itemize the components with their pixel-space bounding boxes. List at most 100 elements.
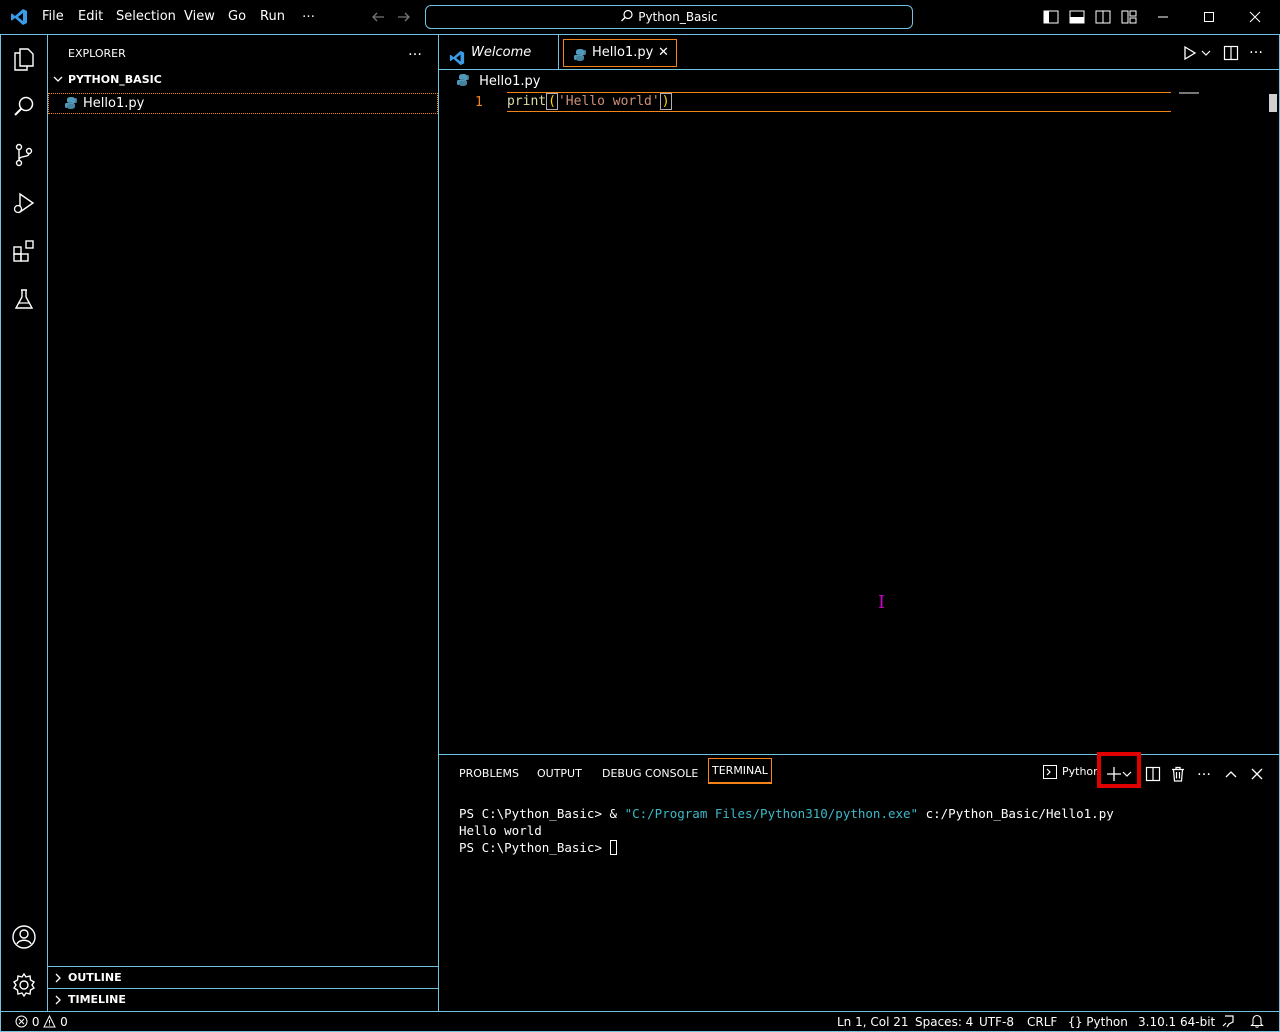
terminal-line: PS C:\Python_Basic> <box>459 839 1114 856</box>
testing-flask-icon[interactable] <box>8 283 40 315</box>
search-text: Python_Basic <box>638 10 718 24</box>
maximize-panel-chevron-up-icon[interactable] <box>1220 763 1242 785</box>
maximize-icon[interactable] <box>1198 6 1220 28</box>
timeline-label: TIMELINE <box>68 993 126 1006</box>
python-file-icon <box>574 46 586 72</box>
menu-selection[interactable]: Selection <box>116 9 176 24</box>
timeline-header[interactable]: TIMELINE <box>48 988 438 1010</box>
close-tab-icon[interactable]: ✕ <box>658 40 669 66</box>
title-bar: File Edit Selection View Go Run … Python… <box>0 0 1280 35</box>
close-window-icon[interactable] <box>1244 6 1266 28</box>
terminal-prompt: PS C:\Python_Basic> <box>459 840 610 855</box>
run-file-icon[interactable] <box>1183 45 1197 64</box>
extensions-icon[interactable] <box>8 235 40 267</box>
warning-count: 0 <box>60 1015 68 1029</box>
line-ending[interactable]: CRLF <box>1027 1015 1057 1029</box>
explorer-files-icon[interactable] <box>8 43 40 75</box>
kill-terminal-trash-icon[interactable] <box>1167 763 1189 785</box>
panel-more-actions-icon[interactable]: … <box>1193 760 1215 782</box>
folder-header[interactable]: PYTHON_BASIC <box>48 69 438 91</box>
accounts-icon[interactable] <box>8 921 40 953</box>
python-file-icon <box>65 96 77 116</box>
warning-icon <box>43 1014 60 1029</box>
search-icon <box>620 9 638 24</box>
toggle-panel-icon[interactable] <box>1066 6 1088 28</box>
explorer-title: EXPLORER <box>68 47 126 60</box>
error-count: 0 <box>31 1015 40 1029</box>
search-view-icon[interactable] <box>8 91 40 123</box>
source-control-icon[interactable] <box>8 139 40 171</box>
menu-view[interactable]: View <box>184 9 215 24</box>
menu-file[interactable]: File <box>42 9 64 24</box>
code-line[interactable]: print('Hello world') <box>507 92 1171 112</box>
toggle-sidebar-icon[interactable] <box>1040 6 1062 28</box>
explorer-more-button[interactable]: … <box>408 43 422 59</box>
python-file-icon <box>457 74 479 89</box>
editor-tab-bar: Welcome Hello1.py ✕ … <box>439 35 1280 70</box>
code-editor[interactable]: 1 print('Hello world') <box>439 91 1280 754</box>
outline-label: OUTLINE <box>68 971 122 984</box>
tab-debug-console[interactable]: DEBUG CONSOLE <box>602 767 698 780</box>
vscode-logo-icon <box>10 8 28 29</box>
toggle-secondary-sidebar-icon[interactable] <box>1092 6 1114 28</box>
command-center-search[interactable]: Python_Basic <box>425 5 913 29</box>
forward-arrow-icon[interactable] <box>396 9 412 28</box>
close-panel-icon[interactable] <box>1246 763 1268 785</box>
cursor-position[interactable]: Ln 1, Col 21 <box>837 1015 909 1029</box>
terminal-string: "C:/Program Files/Python310/python.exe" <box>624 806 919 821</box>
terminal-line: Hello world <box>459 823 542 838</box>
problems-status[interactable]: 0 0 <box>15 1014 68 1029</box>
tab-welcome-label: Welcome <box>471 45 532 60</box>
breadcrumb-file: Hello1.py <box>479 74 541 89</box>
menu-run[interactable]: Run <box>260 9 285 24</box>
language-name: Python <box>1086 1015 1128 1029</box>
terminal-prompt: PS C:\Python_Basic> & <box>459 806 625 821</box>
breadcrumb[interactable]: Hello1.py <box>457 73 540 89</box>
tab-hello1[interactable]: Hello1.py ✕ <box>563 39 677 67</box>
file-name: Hello1.py <box>83 96 145 111</box>
terminal-profile-name[interactable]: Python <box>1062 765 1100 778</box>
editor-more-actions-icon[interactable]: … <box>1249 41 1263 57</box>
terminal-line: PS C:\Python_Basic> & "C:/Program Files/… <box>459 805 1114 822</box>
indentation[interactable]: Spaces: 4 <box>915 1015 973 1029</box>
tab-welcome[interactable]: Welcome <box>439 35 559 70</box>
settings-gear-icon[interactable] <box>8 969 40 1001</box>
menu-edit[interactable]: Edit <box>78 9 103 24</box>
code-string: 'Hello world' <box>557 94 660 109</box>
minimize-icon[interactable] <box>1152 6 1174 28</box>
tab-problems[interactable]: PROBLEMS <box>459 767 519 780</box>
file-item-hello1[interactable]: Hello1.py <box>48 93 438 114</box>
activity-bar <box>0 35 48 1011</box>
mouse-cursor-ibeam-icon: I <box>878 592 886 613</box>
feedback-icon[interactable] <box>1221 1014 1235 1031</box>
run-dropdown-chevron-icon[interactable] <box>1201 47 1211 61</box>
notifications-bell-icon[interactable] <box>1250 1014 1264 1031</box>
tab-output[interactable]: OUTPUT <box>537 767 582 780</box>
customize-layout-icon[interactable] <box>1118 6 1140 28</box>
terminal-profile-icon <box>1043 765 1057 782</box>
language-mode[interactable]: {} Python <box>1068 1015 1128 1029</box>
terminal-output[interactable]: PS C:\Python_Basic> & "C:/Program Files/… <box>459 805 1114 856</box>
outline-header[interactable]: OUTLINE <box>48 966 438 988</box>
back-arrow-icon[interactable] <box>370 9 386 28</box>
python-interpreter[interactable]: 3.10.1 64-bit <box>1138 1015 1215 1029</box>
tab-terminal[interactable]: TERMINAL <box>708 758 772 784</box>
menu-go[interactable]: Go <box>228 9 246 24</box>
minimap-line[interactable] <box>1179 92 1199 94</box>
split-editor-icon[interactable] <box>1223 45 1239 64</box>
code-paren-close: ) <box>659 93 672 110</box>
folder-name: PYTHON_BASIC <box>68 73 162 86</box>
run-debug-icon[interactable] <box>8 187 40 219</box>
editor-scrollbar[interactable] <box>1269 94 1277 112</box>
terminal-argument: c:/Python_Basic/Hello1.py <box>918 806 1114 821</box>
bottom-panel: PROBLEMS OUTPUT DEBUG CONSOLE TERMINAL P… <box>439 754 1280 1011</box>
error-icon <box>15 1015 32 1029</box>
menu-more[interactable]: … <box>302 6 315 21</box>
split-terminal-icon[interactable] <box>1142 763 1164 785</box>
tab-hello1-label: Hello1.py <box>592 45 654 60</box>
encoding[interactable]: UTF-8 <box>979 1015 1014 1029</box>
braces-icon: {} <box>1068 1015 1083 1029</box>
explorer-sidebar: EXPLORER … PYTHON_BASIC Hello1.py OUTLIN… <box>48 35 439 1011</box>
code-paren-open: ( <box>546 93 558 110</box>
status-bar: 0 0 Ln 1, Col 21 Spaces: 4 UTF-8 CRLF {}… <box>0 1011 1280 1032</box>
